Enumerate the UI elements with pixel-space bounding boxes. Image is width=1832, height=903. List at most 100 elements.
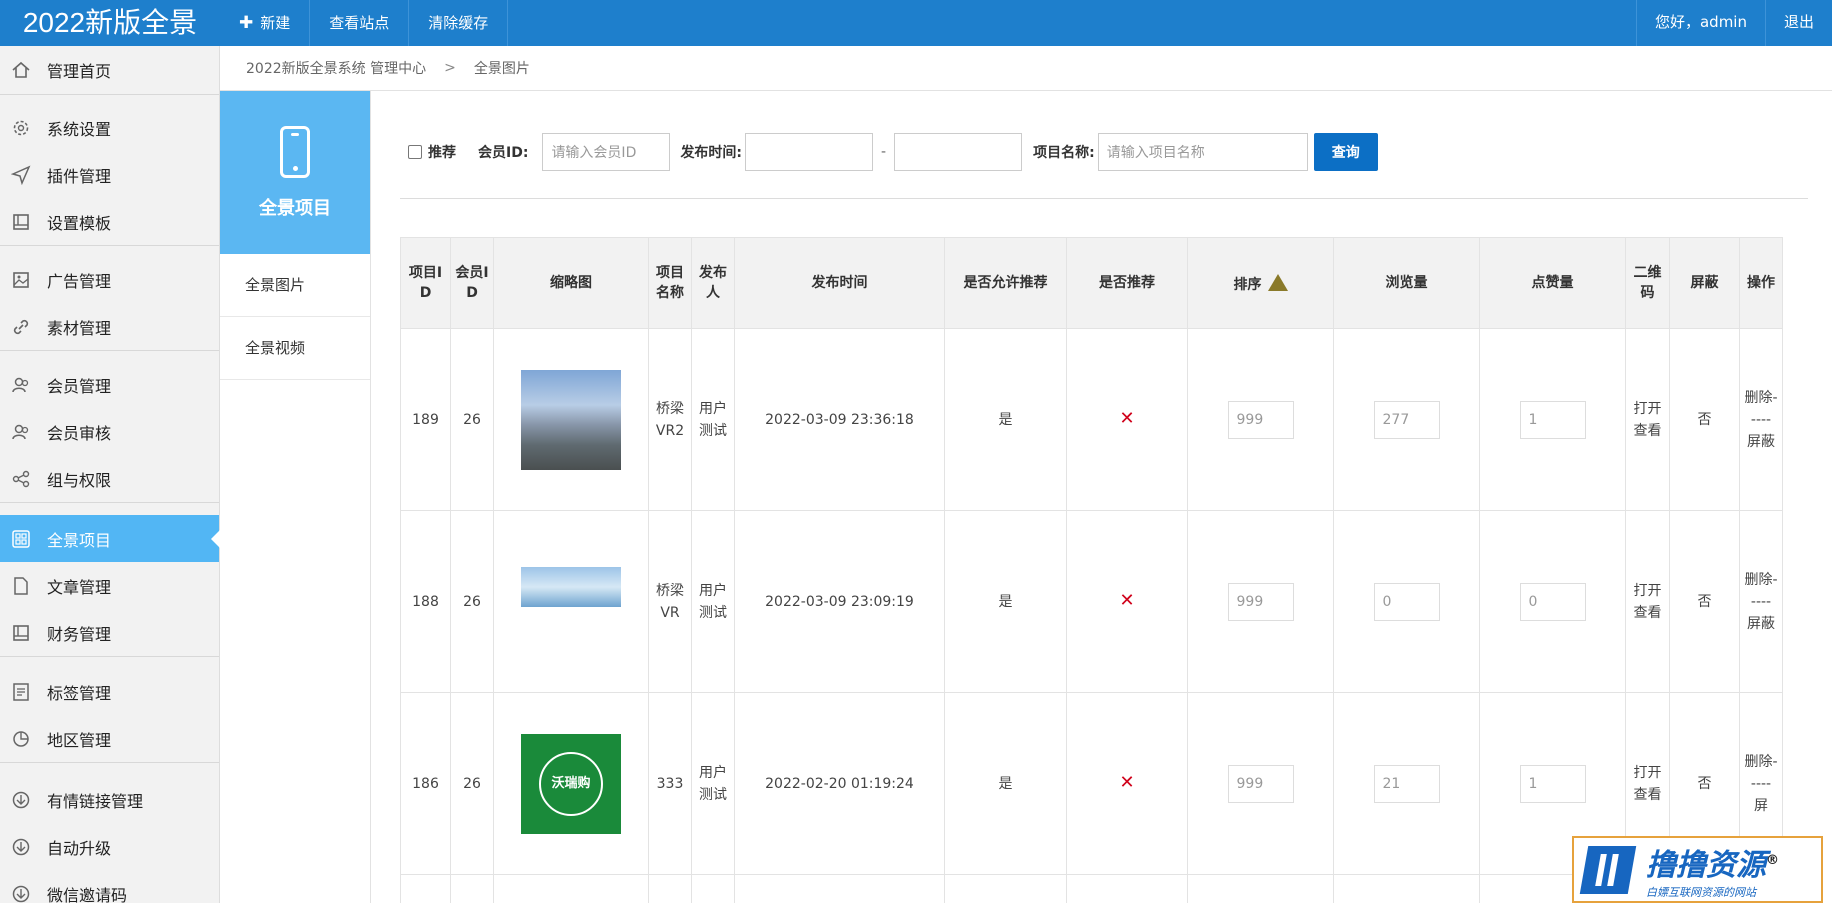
cell-publisher: 用户测试 — [691, 510, 735, 693]
table-row: 189 26 桥梁VR2 用户测试 2022-03-09 23:36:18 是 … — [400, 328, 1783, 511]
likes-input[interactable]: 0 — [1519, 582, 1586, 621]
cell-publish-time: 2022-03-09 23:36:18 — [734, 328, 945, 511]
cell-sort: 999 — [1187, 328, 1334, 511]
cell-thumbnail — [493, 328, 649, 511]
sub-menu-header: 全景项目 — [220, 91, 370, 254]
download-icon — [10, 836, 32, 858]
share-icon — [10, 468, 32, 490]
header-views: 浏览量 — [1333, 237, 1480, 329]
cell-publish-time: 2022-03-09 23:09:19 — [734, 510, 945, 693]
view-site-button[interactable]: 查看站点 — [310, 0, 410, 46]
recommend-checkbox[interactable] — [408, 145, 422, 159]
sidebar-item-panorama[interactable]: 全景项目 — [0, 515, 220, 562]
submenu-item-panorama-videos[interactable]: 全景视频 — [220, 317, 370, 380]
breadcrumb-current: 全景图片 — [473, 61, 530, 77]
open-qrcode-link[interactable]: 打开查看 — [1625, 510, 1670, 693]
divider — [0, 502, 219, 503]
city-river-thumbnail[interactable] — [521, 369, 621, 470]
cell-allow-recommend: 是 — [944, 692, 1067, 875]
sidebar-item-templates[interactable]: 设置模板 — [0, 198, 219, 245]
sort-input[interactable]: 999 — [1227, 400, 1294, 439]
cross-icon[interactable]: ✕ — [1119, 772, 1134, 793]
file-icon — [10, 575, 32, 597]
download-icon — [10, 883, 32, 903]
end-date-input[interactable] — [894, 133, 1023, 171]
views-input[interactable]: 0 — [1373, 582, 1440, 621]
views-input[interactable]: 21 — [1373, 764, 1440, 803]
pie-icon — [10, 728, 32, 750]
project-name-input[interactable]: 请输入项目名称 — [1097, 133, 1308, 171]
divider — [400, 198, 1808, 199]
open-qrcode-link[interactable]: 打开查看 — [1625, 328, 1670, 511]
sidebar-item-ads[interactable]: 广告管理 — [0, 256, 219, 303]
cell-recommended: ✕ — [1066, 510, 1188, 693]
row-actions[interactable]: 删除-----屏蔽 — [1739, 328, 1783, 511]
breadcrumb-root[interactable]: 2022新版全景系统 管理中心 — [246, 58, 426, 78]
query-button[interactable]: 查询 — [1313, 133, 1378, 171]
warning-icon — [1267, 273, 1288, 291]
sidebar-item-members[interactable]: 会员管理 — [0, 361, 219, 408]
header-allow-recommend: 是否允许推荐 — [944, 237, 1067, 329]
likes-input[interactable]: 1 — [1519, 400, 1586, 439]
project-table: 项目ID 会员ID 缩略图 项目名称 发布人 发布时间 是否允许推荐 是否推荐 … — [400, 237, 1783, 903]
cross-icon[interactable]: ✕ — [1119, 408, 1134, 429]
breadcrumb-separator: > — [444, 60, 456, 76]
sidebar-item-friend-links[interactable]: 有情链接管理 — [0, 776, 219, 823]
header-block: 屏蔽 — [1669, 237, 1740, 329]
new-button[interactable]: ✚ 新建 — [220, 0, 311, 46]
date-range-separator: - — [881, 144, 887, 160]
divider — [0, 656, 219, 657]
sidebar-item-finance[interactable]: 财务管理 — [0, 609, 219, 656]
logout-button[interactable]: 退出 — [1764, 0, 1832, 46]
cell-publisher: 用户测试 — [691, 692, 735, 875]
sidebar-item-system-settings[interactable]: 系统设置 — [0, 104, 219, 151]
cross-icon[interactable]: ✕ — [1119, 590, 1134, 611]
sidebar-item-auto-upgrade[interactable]: 自动升级 — [0, 823, 219, 870]
sidebar-item-wechat-invite[interactable]: 微信邀请码 — [0, 870, 219, 903]
main-content: 推荐 会员ID: 请输入会员ID 发布时间: - 项目名称: 请输入项目名称 查… — [400, 91, 1808, 903]
cell-member-id: 26 — [450, 328, 494, 511]
header-project-name: 项目名称 — [648, 237, 692, 329]
member-id-label: 会员ID: — [478, 145, 529, 161]
member-id-input[interactable]: 请输入会员ID — [542, 133, 671, 171]
user-greeting[interactable]: 您好，admin — [1635, 0, 1765, 46]
divider — [0, 350, 219, 351]
sidebar-item-articles[interactable]: 文章管理 — [0, 562, 219, 609]
cell-views: 277 — [1333, 328, 1480, 511]
registered-mark: ® — [1766, 852, 1779, 868]
start-date-input[interactable] — [745, 133, 874, 171]
sort-input[interactable]: 999 — [1227, 764, 1294, 803]
sidebar-item-tags[interactable]: 标签管理 — [0, 668, 219, 715]
clear-cache-button[interactable]: 清除缓存 — [409, 0, 509, 46]
divider — [0, 762, 219, 763]
header-project-id: 项目ID — [400, 237, 451, 329]
header-member-id: 会员ID — [450, 237, 494, 329]
cell-views: 0 — [1333, 510, 1480, 693]
cell-recommended: ✕ — [1066, 328, 1188, 511]
cell-thumbnail — [493, 510, 649, 693]
logo-circle: 沃瑞购 — [539, 751, 603, 816]
submenu-item-panorama-images[interactable]: 全景图片 — [220, 254, 370, 317]
brand-title[interactable]: 2022新版全景 — [0, 0, 220, 46]
sidebar-item-member-review[interactable]: 会员审核 — [0, 408, 219, 455]
book-icon — [10, 622, 32, 644]
image-icon — [10, 269, 32, 291]
likes-input[interactable]: 1 — [1519, 764, 1586, 803]
cell-likes: 1 — [1479, 328, 1626, 511]
gear-icon — [10, 117, 32, 139]
cell-block: 否 — [1669, 328, 1740, 511]
sidebar-item-regions[interactable]: 地区管理 — [0, 715, 219, 762]
send-icon — [10, 164, 32, 186]
sidebar-item-materials[interactable]: 素材管理 — [0, 303, 219, 350]
cell-sort: 999 — [1187, 510, 1334, 693]
list-icon — [10, 681, 32, 703]
row-actions[interactable]: 删除-----屏蔽 — [1739, 510, 1783, 693]
sidebar-item-home[interactable]: 管理首页 — [0, 46, 219, 93]
sidebar-item-plugins[interactable]: 插件管理 — [0, 151, 219, 198]
logo-thumbnail[interactable]: 沃瑞购 — [521, 733, 621, 834]
sidebar-item-groups[interactable]: 组与权限 — [0, 455, 219, 502]
views-input[interactable]: 277 — [1373, 400, 1440, 439]
divider — [0, 245, 219, 246]
sky-thumbnail[interactable] — [521, 566, 621, 607]
sort-input[interactable]: 999 — [1227, 582, 1294, 621]
